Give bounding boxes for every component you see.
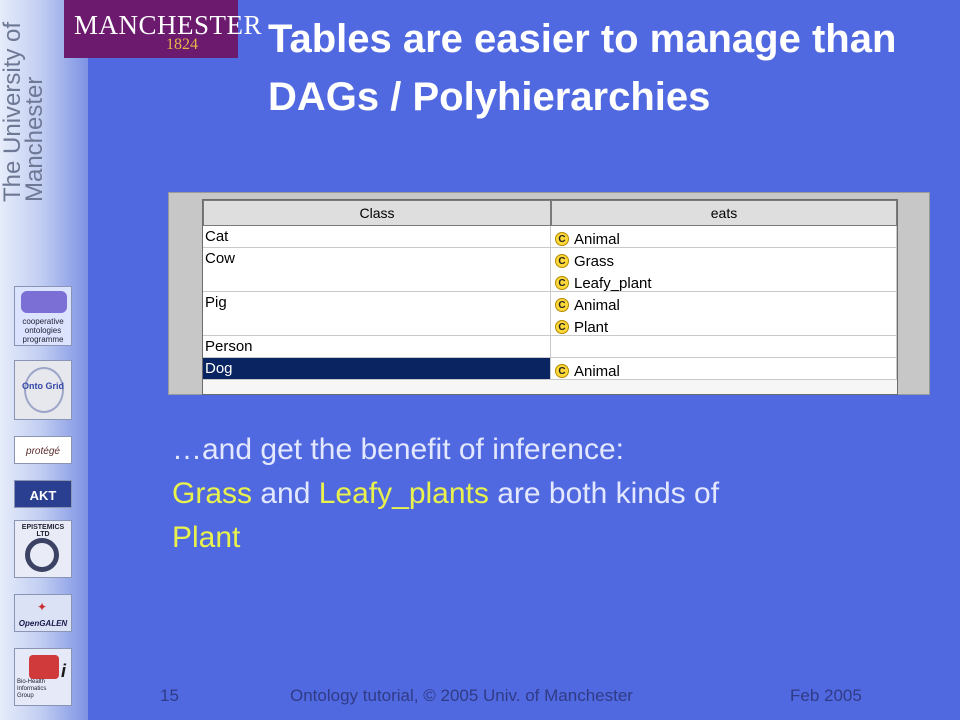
akt-label: AKT [29, 488, 57, 503]
episteme-logo: EPISTEMICS LTD [14, 520, 72, 578]
eats-entry: C Animal [555, 228, 896, 250]
eats-cell[interactable]: C Animal [551, 226, 897, 248]
bhig-line-3: Group [17, 693, 34, 699]
akt-logo: AKT [14, 480, 72, 508]
column-header-eats[interactable]: eats [551, 200, 897, 226]
eats-entry: C Plant [555, 316, 896, 338]
eats-label: Leafy_plant [574, 274, 652, 292]
eats-cell[interactable] [551, 336, 897, 358]
class-table: Class eats Cat C Animal Cow C Grass C Leafy_pla… [202, 199, 898, 395]
body-and: and [252, 477, 319, 510]
protege-logo: protégé [14, 436, 72, 464]
highlight-plant: Plant [172, 521, 241, 554]
bhig-line-2: Informatics [17, 686, 47, 692]
eats-label: Grass [574, 252, 615, 270]
slide-title: Tables are easier to manage than DAGs / … [268, 17, 897, 119]
class-cell[interactable]: Person [203, 336, 551, 358]
bhig-line-1: Bio-Health [17, 679, 46, 685]
info-icon: i [61, 661, 67, 681]
class-cell[interactable]: Cat [203, 226, 551, 248]
eats-label: Animal [574, 362, 620, 380]
class-icon: C [555, 364, 569, 378]
opengalen-label: OpenGALEN [18, 619, 68, 628]
bhig-logo: i Bio-Health Informatics Group [14, 648, 72, 706]
eats-cell[interactable]: C Animal [551, 358, 897, 380]
co-ode-line-1: cooperative [22, 317, 64, 326]
body-line-3: Plant [172, 516, 932, 560]
table-row[interactable]: Pig C Animal C Plant [203, 292, 897, 336]
bhig-mark-icon [29, 655, 59, 679]
eats-entry: C Animal [555, 294, 896, 316]
footer-center: Ontology tutorial, © 2005 Univ. of Manch… [290, 686, 633, 705]
eats-entry: C Leafy_plant [555, 272, 896, 294]
star-icon: ✦ [37, 600, 48, 614]
highlight-leafy: Leafy_plants [318, 477, 489, 510]
class-cell[interactable]: Pig [203, 292, 551, 336]
table-header-row: Class eats [203, 200, 897, 226]
table-row[interactable]: Dog C Animal [203, 358, 897, 380]
co-ode-logo: cooperative ontologies programme [14, 286, 72, 346]
protege-label: protégé [26, 446, 60, 457]
table-row[interactable]: Cat C Animal [203, 226, 897, 248]
column-header-class[interactable]: Class [203, 200, 551, 226]
eats-cell[interactable]: C Animal C Plant [551, 292, 897, 336]
body-line-1: …and get the benefit of inference: [172, 433, 624, 466]
class-icon: C [555, 276, 569, 290]
class-icon: C [555, 232, 569, 246]
opengalen-logo: ✦ OpenGALEN [14, 594, 72, 632]
class-icon: C [555, 298, 569, 312]
table-row[interactable]: Cow C Grass C Leafy_plant [203, 248, 897, 292]
slide-body: …and get the benefit of inference: Grass… [172, 428, 932, 560]
body-rest: are both kinds of [488, 477, 720, 510]
logo-year: 1824 [166, 36, 198, 53]
co-ode-mark-icon [21, 291, 67, 313]
table-row[interactable]: Person [203, 336, 897, 358]
class-table-screenshot: Class eats Cat C Animal Cow C Grass C Leafy_pla… [168, 192, 930, 395]
eats-entry: C Animal [555, 360, 896, 382]
body-line-2: Grass and Leafy_plants are both kinds of [172, 472, 932, 516]
eats-cell[interactable]: C Grass C Leafy_plant [551, 248, 897, 292]
class-cell[interactable]: Dog [203, 358, 551, 380]
episteme-label: EPISTEMICS LTD [21, 524, 65, 538]
ontogrid-label: Onto Grid [22, 381, 64, 391]
university-logo: MANCHESTER 1824 [64, 0, 262, 58]
ontogrid-logo: Onto Grid [14, 360, 72, 420]
eats-label: Animal [574, 230, 620, 248]
footer-date: Feb 2005 [790, 686, 862, 705]
eats-label: Animal [574, 296, 620, 314]
university-vertical-text: The University of Manchester [0, 21, 48, 202]
eats-entry: C Grass [555, 250, 896, 272]
class-cell[interactable]: Cow [203, 248, 551, 292]
eats-label: Plant [574, 318, 609, 336]
footer-page-number: 15 [160, 686, 179, 705]
co-ode-line-2: ontologies [24, 326, 62, 335]
class-icon: C [555, 320, 569, 334]
highlight-grass: Grass [172, 477, 253, 510]
class-icon: C [555, 254, 569, 268]
ring-icon [25, 538, 59, 572]
co-ode-line-3: programme [22, 335, 64, 344]
